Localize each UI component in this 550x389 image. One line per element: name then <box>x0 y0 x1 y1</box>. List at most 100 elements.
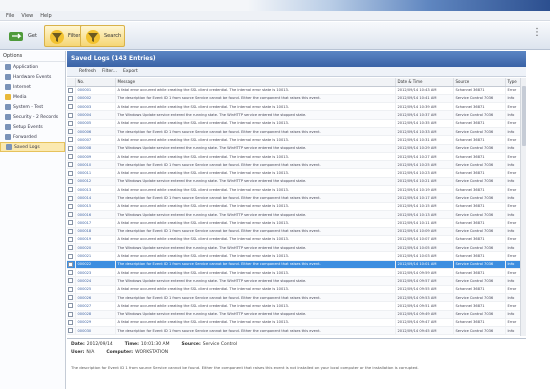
column-header-datetime[interactable]: Date & Time <box>395 78 454 87</box>
row-checkbox[interactable] <box>68 154 74 160</box>
table-row[interactable]: 000021 A fatal error occurred while creat… <box>67 251 526 261</box>
table-row[interactable]: 000016 The Windows Update service entered… <box>67 210 526 220</box>
menu-file[interactable]: File <box>6 13 14 19</box>
get-button[interactable]: Get <box>4 25 41 47</box>
table-row[interactable]: 000025 A fatal error occurred while creat… <box>67 285 526 294</box>
table-row[interactable]: 000026 The description for Event ID 1 fro… <box>67 293 526 303</box>
row-checkbox[interactable] <box>68 319 74 325</box>
row-checkbox[interactable] <box>68 253 74 259</box>
sidebar-item[interactable]: Application <box>0 62 65 72</box>
filter-button[interactable]: Filter <box>44 25 85 47</box>
table-row[interactable]: 000030 The description for Event ID 1 fro… <box>67 326 526 336</box>
table-row[interactable]: 000001 A fatal error occurred while creat… <box>67 86 526 95</box>
table-row[interactable]: 000018 The description for Event ID 1 fro… <box>67 227 526 236</box>
search-button-label: Search <box>104 33 122 39</box>
menu-view[interactable]: View <box>21 13 33 19</box>
row-checkbox[interactable] <box>68 137 74 143</box>
row-checkbox[interactable] <box>68 236 74 242</box>
row-checkbox[interactable] <box>68 270 74 276</box>
row-checkbox[interactable] <box>68 228 74 234</box>
cell-message: The Windows Update service entered the r… <box>115 110 396 120</box>
column-header-message[interactable]: Message <box>115 78 396 87</box>
row-checkbox[interactable] <box>68 120 74 126</box>
table-row[interactable]: 000013 A fatal error occurred while creat… <box>67 185 526 195</box>
table-row[interactable]: 000014 The description for Event ID 1 fro… <box>67 193 526 203</box>
sidebar-item[interactable]: Setup Events <box>0 122 65 132</box>
table-row[interactable]: 000006 The description for Event ID 1 fro… <box>67 127 526 137</box>
row-checkbox[interactable] <box>68 328 74 334</box>
sidebar-item[interactable]: System - Test <box>0 102 65 112</box>
row-checkbox[interactable] <box>68 112 74 118</box>
menu-help[interactable]: Help <box>40 13 51 19</box>
details-row-2: User: N/A Computer: WORKSTATION <box>67 347 526 355</box>
filter-link[interactable]: Filter... <box>102 69 117 74</box>
table-row[interactable]: 000008 The Windows Update service entered… <box>67 144 526 153</box>
table-row[interactable]: 000017 A fatal error occurred while creat… <box>67 218 526 228</box>
table-row[interactable]: 000002 The description for Event ID 1 fro… <box>67 94 526 104</box>
table-row[interactable]: 000024 The Windows Update service entered… <box>67 276 526 286</box>
table-row[interactable]: 000005 A fatal error occurred while creat… <box>67 119 526 129</box>
row-checkbox[interactable] <box>68 245 74 251</box>
row-checkbox[interactable] <box>68 286 74 292</box>
table-row[interactable]: 000012 The Windows Update service entered… <box>67 177 526 187</box>
row-checkbox[interactable] <box>68 129 74 135</box>
table-row[interactable]: 000019 A fatal error occurred while creat… <box>67 235 526 245</box>
more-options-icon[interactable]: ⋮ <box>532 27 542 38</box>
table-row[interactable]: 000011 A fatal error occurred while creat… <box>67 168 526 178</box>
table-row[interactable]: 000029 A fatal error occurred while creat… <box>67 318 526 328</box>
row-checkbox-cell <box>67 127 76 137</box>
cell-number: 000029 <box>75 318 116 328</box>
table-row[interactable]: 000020 The Windows Update service entered… <box>67 243 526 253</box>
table-row[interactable]: 000023 A fatal error occurred while creat… <box>67 268 526 278</box>
row-checkbox[interactable] <box>68 212 74 218</box>
row-checkbox[interactable] <box>68 145 74 151</box>
sidebar-item[interactable]: Forwarded <box>0 132 65 142</box>
row-checkbox[interactable] <box>68 311 74 317</box>
row-checkbox[interactable] <box>68 295 74 301</box>
cell-message: A fatal error occurred while creating th… <box>115 318 396 328</box>
cell-source: Service Control 7036 <box>453 210 506 220</box>
sidebar-item-label: Forwarded <box>13 134 37 140</box>
table-row[interactable]: 000007 A fatal error occurred while creat… <box>67 135 526 145</box>
panel-subbar: Refresh Filter... Export <box>67 67 526 77</box>
sidebar-item-label: Application <box>13 64 39 70</box>
column-header-number[interactable]: No. <box>75 78 116 87</box>
table-row[interactable]: 000015 A fatal error occurred while creat… <box>67 202 526 211</box>
table-row[interactable]: 000004 The Windows Update service entered… <box>67 110 526 120</box>
table-row[interactable]: 000028 The Windows Update service entered… <box>67 310 526 319</box>
row-checkbox[interactable] <box>68 195 74 201</box>
table-row[interactable]: 000022 The description for Event ID 1 fro… <box>67 260 526 270</box>
cell-message: The description for Event ID 1 from sour… <box>115 160 396 170</box>
refresh-link[interactable]: Refresh <box>79 69 96 74</box>
column-header-select[interactable] <box>67 78 76 87</box>
column-header-source[interactable]: Source <box>453 78 506 87</box>
row-checkbox[interactable] <box>68 203 74 209</box>
row-checkbox[interactable] <box>68 261 74 267</box>
row-checkbox[interactable] <box>68 187 74 193</box>
row-checkbox[interactable] <box>68 178 74 184</box>
table-row[interactable]: 000027 A fatal error occurred while creat… <box>67 301 526 311</box>
cell-source: Schannel 36871 <box>453 135 506 145</box>
sidebar-item[interactable]: Hardware Events <box>0 72 65 82</box>
sidebar-item-label: Setup Events <box>13 124 43 130</box>
table-row[interactable]: 000010 The description for Event ID 1 fro… <box>67 160 526 170</box>
cell-source: Service Control 7036 <box>453 276 506 286</box>
row-checkbox[interactable] <box>68 162 74 168</box>
row-checkbox[interactable] <box>68 87 74 93</box>
row-checkbox[interactable] <box>68 303 74 309</box>
sidebar-item[interactable]: Security - 2 Records <box>0 112 65 122</box>
detail-value: 2012/09/14 <box>86 342 113 347</box>
row-checkbox[interactable] <box>68 220 74 226</box>
search-button[interactable]: Search <box>80 25 126 47</box>
table-row[interactable]: 000009 A fatal error occurred while creat… <box>67 152 526 162</box>
sidebar-item[interactable]: Media <box>0 92 65 102</box>
export-link[interactable]: Export <box>123 69 138 74</box>
row-checkbox[interactable] <box>68 278 74 284</box>
row-checkbox[interactable] <box>68 104 74 110</box>
sidebar-item[interactable]: Saved Logs <box>0 142 65 152</box>
table-row[interactable]: 000003 A fatal error occurred while creat… <box>67 102 526 112</box>
row-checkbox[interactable] <box>68 95 74 101</box>
row-checkbox[interactable] <box>68 170 74 176</box>
cell-source: Service Control 7036 <box>453 243 506 253</box>
sidebar-item[interactable]: Internet <box>0 82 65 92</box>
